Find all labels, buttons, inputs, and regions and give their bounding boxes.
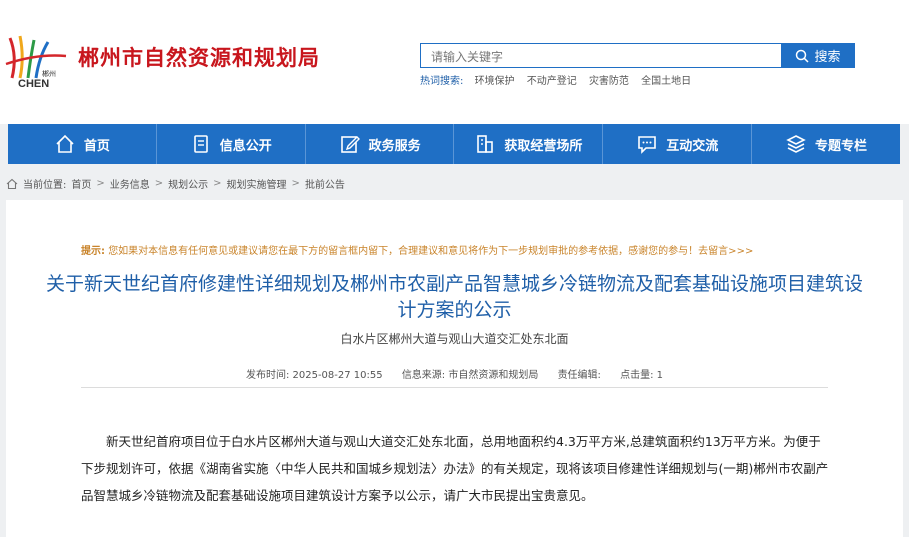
- hot-link[interactable]: 灾害防范: [589, 76, 629, 87]
- nav-label: 获取经营场所: [504, 138, 583, 154]
- nav-item-special-topics[interactable]: 专题专栏: [752, 124, 900, 164]
- comment-tip[interactable]: 提示: 您如果对本信息有任何意见或建议请您在最下方的留言框内留下，合理建议和意见…: [81, 242, 753, 257]
- search-icon: [796, 49, 810, 63]
- breadcrumb: 当前位置: 首页 > 业务信息 > 规划公示 > 规划实施管理 > 批前公告: [6, 176, 345, 191]
- publish-time: 发布时间: 2025-08-27 10:55: [245, 370, 383, 381]
- nav-item-services[interactable]: 政务服务: [306, 124, 455, 164]
- nav-label: 互动交流: [666, 138, 719, 154]
- breadcrumb-link[interactable]: 批前公告: [305, 176, 345, 191]
- home-icon: [6, 178, 18, 189]
- nav-item-info[interactable]: 信息公开: [157, 124, 306, 164]
- editor: 责任编辑:: [557, 370, 601, 381]
- breadcrumb-link[interactable]: 规划公示: [168, 176, 208, 191]
- hot-link[interactable]: 环境保护: [475, 76, 515, 87]
- layers-icon: [786, 135, 806, 153]
- svg-text:CHEN: CHEN: [18, 78, 49, 88]
- nav-item-business-premises[interactable]: 获取经营场所: [454, 124, 604, 164]
- article-panel: 提示: 您如果对本信息有任何意见或建议请您在最下方的留言框内留下，合理建议和意见…: [6, 200, 903, 537]
- nav-label: 首页: [83, 138, 110, 154]
- hot-link[interactable]: 全国土地日: [641, 76, 691, 87]
- nav-item-home[interactable]: 首页: [8, 124, 157, 164]
- breadcrumb-prefix: 当前位置:: [23, 180, 67, 191]
- hot-words: 热词搜索: 环境保护 不动产登记 灾害防范 全国土地日: [420, 72, 700, 87]
- nav-label: 专题专栏: [815, 138, 868, 154]
- hot-link[interactable]: 不动产登记: [527, 76, 577, 87]
- edit-icon: [340, 136, 360, 153]
- nav-label: 政务服务: [368, 138, 421, 154]
- site-header: 郴州 CHEN 郴州市自然资源和规划局 请输入关键字 搜索 热词搜索: 环境保护…: [0, 0, 909, 124]
- info-source: 信息来源: 市自然资源和规划局: [401, 370, 539, 381]
- article-meta: 发布时间: 2025-08-27 10:55 信息来源: 市自然资源和规划局 责…: [81, 366, 828, 388]
- click-count: 点击量: 1: [620, 370, 664, 381]
- nav-item-interaction[interactable]: 互动交流: [603, 124, 753, 164]
- building-icon: [477, 135, 494, 153]
- breadcrumb-separator: >: [96, 178, 105, 189]
- home-icon: [56, 134, 74, 153]
- search-button-label: 搜索: [814, 50, 841, 65]
- breadcrumb-separator: >: [291, 178, 300, 189]
- site-title[interactable]: 郴州市自然资源和规划局: [78, 42, 320, 72]
- tip-label: 提示:: [81, 246, 105, 257]
- svg-text:郴州: 郴州: [42, 69, 56, 78]
- hot-words-label: 热词搜索:: [420, 76, 464, 87]
- tip-text: 您如果对本信息有任何意见或建议请您在最下方的留言框内留下，合理建议和意见将作为下…: [108, 246, 754, 257]
- search-button[interactable]: 搜索: [781, 43, 855, 68]
- city-logo-icon[interactable]: 郴州 CHEN: [4, 34, 70, 88]
- article-body: 新天世纪首府项目位于白水片区郴州大道与观山大道交汇处东北面，总用地面积约4.3万…: [81, 434, 829, 503]
- search-input[interactable]: 请输入关键字: [420, 43, 782, 68]
- breadcrumb-link[interactable]: 首页: [71, 176, 91, 191]
- article-title: 关于新天世纪首府修建性详细规划及郴州市农副产品智慧城乡冷链物流及配套基础设施项目…: [46, 273, 864, 321]
- breadcrumb-separator: >: [213, 178, 222, 189]
- document-icon: [193, 135, 208, 153]
- nav-label: 信息公开: [219, 138, 272, 154]
- breadcrumb-separator: >: [154, 178, 164, 189]
- breadcrumb-link[interactable]: 规划实施管理: [227, 176, 287, 191]
- chat-icon: [638, 136, 657, 154]
- breadcrumb-link[interactable]: 业务信息: [110, 176, 150, 191]
- article-subtitle: 白水片区郴州大道与观山大道交汇处东北面: [340, 332, 569, 346]
- main-nav: 首页 信息公开 政务服务 获取经营场所 互动交流 专题专栏: [8, 124, 900, 164]
